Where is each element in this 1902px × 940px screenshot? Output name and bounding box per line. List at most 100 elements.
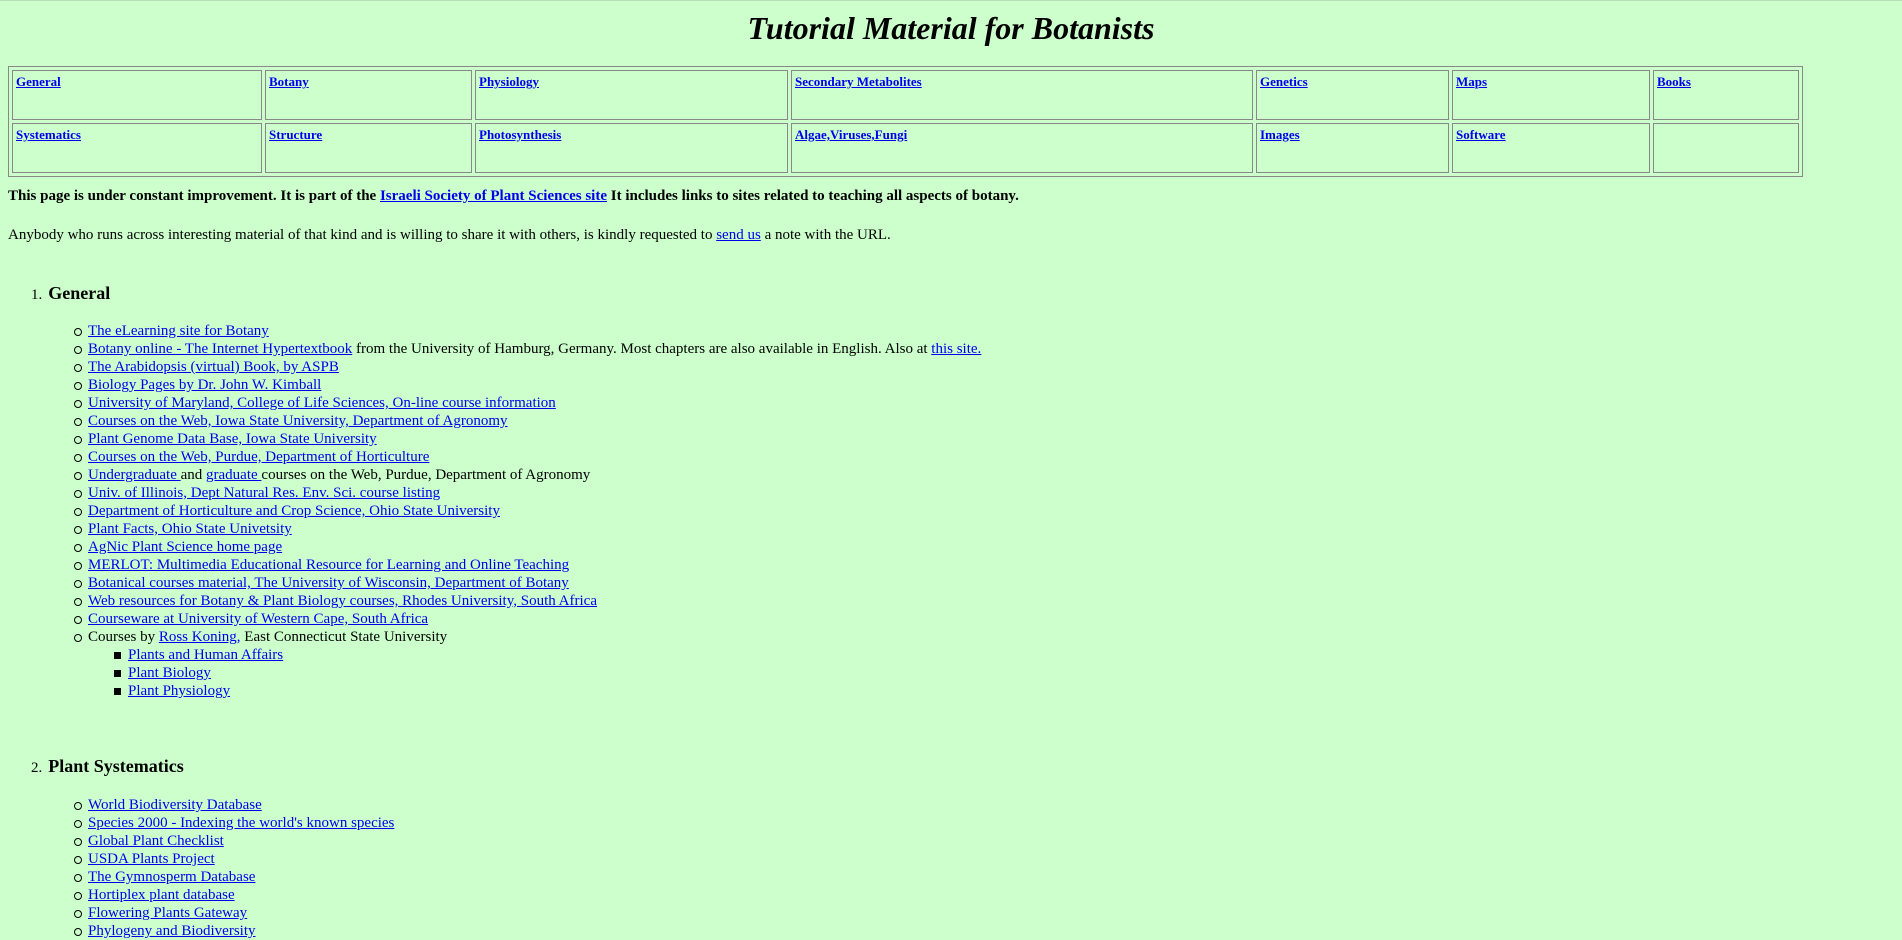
link-iowa-agronomy[interactable]: Courses on the Web, Iowa State Universit… xyxy=(88,413,508,429)
item-text: courses on the Web, Purdue, Department o… xyxy=(261,467,591,483)
nav-row: General Botany Physiology Secondary Meta… xyxy=(12,70,1799,120)
link-world-biodiversity[interactable]: World Biodiversity Database xyxy=(88,797,262,813)
link-plant-facts[interactable]: Plant Facts, Ohio State Univetsity xyxy=(88,521,292,537)
list-item: Species 2000 - Indexing the world's know… xyxy=(73,814,394,832)
list-item: The Arabidopsis (virtual) Book, by ASPB xyxy=(73,358,981,376)
nav-cell: Software xyxy=(1452,123,1650,173)
list-item: Hortiplex plant database xyxy=(73,886,394,904)
link-plant-physiology[interactable]: Plant Physiology xyxy=(128,683,230,699)
list-item: Global Plant Checklist xyxy=(73,832,394,850)
link-purdue-horticulture[interactable]: Courses on the Web, Purdue, Department o… xyxy=(88,449,429,465)
list-item: Flowering Plants Gateway xyxy=(73,904,394,922)
link-global-plant-checklist[interactable]: Global Plant Checklist xyxy=(88,833,224,849)
list-item: Courses by Ross Koning, East Connecticut… xyxy=(73,628,981,700)
nav-cell: Secondary Metabolites xyxy=(791,70,1253,120)
item-text: East Connecticut State University xyxy=(240,629,448,645)
list-item: Biology Pages by Dr. John W. Kimball xyxy=(73,376,981,394)
link-species-2000[interactable]: Species 2000 - Indexing the world's know… xyxy=(88,815,394,831)
list-item: Courses on the Web, Iowa State Universit… xyxy=(73,412,981,430)
link-wisconsin[interactable]: Botanical courses material, The Universi… xyxy=(88,575,569,591)
nav-link-maps[interactable]: Maps xyxy=(1456,74,1487,89)
item-text: Courses by xyxy=(88,629,159,645)
nav-cell: Images xyxy=(1256,123,1449,173)
nav-row: Systematics Structure Photosynthesis Alg… xyxy=(12,123,1799,173)
section-title: Plant Systematics xyxy=(48,756,184,776)
nav-cell: Books xyxy=(1653,70,1799,120)
link-gymnosperm-db[interactable]: The Gymnosperm Database xyxy=(88,869,255,885)
contact-text: a note with the URL. xyxy=(760,227,891,243)
nav-link-systematics[interactable]: Systematics xyxy=(16,127,81,142)
link-arabidopsis-book[interactable]: The Arabidopsis (virtual) Book, by ASPB xyxy=(88,359,339,375)
nav-cell: Systematics xyxy=(12,123,262,173)
koning-courses-list: Plants and Human Affairs Plant Biology P… xyxy=(88,646,981,700)
section-heading-systematics: 2. Plant Systematics xyxy=(31,756,184,777)
sub-list-item: Plant Physiology xyxy=(113,682,981,700)
item-text: from the University of Hamburg, Germany.… xyxy=(352,341,932,357)
nav-link-software[interactable]: Software xyxy=(1456,127,1506,142)
link-flowering-plants-gateway[interactable]: Flowering Plants Gateway xyxy=(88,905,247,921)
nav-link-images[interactable]: Images xyxy=(1260,127,1300,142)
list-item: MERLOT: Multimedia Educational Resource … xyxy=(73,556,981,574)
nav-cell: Botany xyxy=(265,70,472,120)
nav-link-secondary-metabolites[interactable]: Secondary Metabolites xyxy=(795,74,922,89)
israeli-society-link[interactable]: Israeli Society of Plant Sciences site xyxy=(380,188,607,204)
link-graduate[interactable]: graduate xyxy=(206,467,261,483)
nav-link-physiology[interactable]: Physiology xyxy=(479,74,539,89)
nav-link-photosynthesis[interactable]: Photosynthesis xyxy=(479,127,561,142)
link-this-site[interactable]: this site. xyxy=(931,341,981,357)
nav-cell: Genetics xyxy=(1256,70,1449,120)
send-us-link[interactable]: send us xyxy=(716,227,761,243)
list-item: AgNic Plant Science home page xyxy=(73,538,981,556)
sub-list-item: Plant Biology xyxy=(113,664,981,682)
list-item: Web resources for Botany & Plant Biology… xyxy=(73,592,981,610)
link-ross-koning[interactable]: Ross Koning, xyxy=(159,629,241,645)
link-rhodes[interactable]: Web resources for Botany & Plant Biology… xyxy=(88,593,597,609)
page-title: Tutorial Material for Botanists xyxy=(747,10,1155,46)
list-item: Undergraduate and graduate courses on th… xyxy=(73,466,981,484)
list-item: Univ. of Illinois, Dept Natural Res. Env… xyxy=(73,484,981,502)
section-number: 2. xyxy=(31,760,43,776)
link-usda-plants[interactable]: USDA Plants Project xyxy=(88,851,215,867)
list-item: Courseware at University of Western Cape… xyxy=(73,610,981,628)
sub-list-item: Plants and Human Affairs xyxy=(113,646,981,664)
nav-cell: Maps xyxy=(1452,70,1650,120)
list-item: USDA Plants Project xyxy=(73,850,394,868)
link-western-cape[interactable]: Courseware at University of Western Cape… xyxy=(88,611,428,627)
link-undergraduate[interactable]: Undergraduate xyxy=(88,467,181,483)
link-phylogeny-biodiversity[interactable]: Phylogeny and Biodiversity xyxy=(88,923,256,939)
list-item: Phylogeny and Biodiversity xyxy=(73,922,394,940)
link-merlot[interactable]: MERLOT: Multimedia Educational Resource … xyxy=(88,557,569,573)
top-border xyxy=(0,0,1902,1)
link-plant-genome-db[interactable]: Plant Genome Data Base, Iowa State Unive… xyxy=(88,431,377,447)
nav-link-algae-viruses-fungi[interactable]: Algae,Viruses,Fungi xyxy=(795,127,907,142)
nav-link-genetics[interactable]: Genetics xyxy=(1260,74,1308,89)
list-item: Courses on the Web, Purdue, Department o… xyxy=(73,448,981,466)
link-elearning-botany[interactable]: The eLearning site for Botany xyxy=(88,323,269,339)
nav-link-books[interactable]: Books xyxy=(1657,74,1691,89)
list-item: University of Maryland, College of Life … xyxy=(73,394,981,412)
list-item: Department of Horticulture and Crop Scie… xyxy=(73,502,981,520)
list-item: Botany online - The Internet Hypertextbo… xyxy=(73,340,981,358)
nav-cell: Structure xyxy=(265,123,472,173)
nav-link-general[interactable]: General xyxy=(16,74,61,89)
link-ohio-horticulture[interactable]: Department of Horticulture and Crop Scie… xyxy=(88,503,500,519)
nav-link-structure[interactable]: Structure xyxy=(269,127,322,142)
link-agnic[interactable]: AgNic Plant Science home page xyxy=(88,539,282,555)
intro-text: This page is under constant improvement.… xyxy=(8,188,380,204)
list-item: Plant Facts, Ohio State Univetsity xyxy=(73,520,981,538)
link-maryland[interactable]: University of Maryland, College of Life … xyxy=(88,395,556,411)
nav-cell-empty xyxy=(1653,123,1799,173)
link-illinois[interactable]: Univ. of Illinois, Dept Natural Res. Env… xyxy=(88,485,440,501)
nav-cell: Algae,Viruses,Fungi xyxy=(791,123,1253,173)
list-item: The Gymnosperm Database xyxy=(73,868,394,886)
intro-paragraph: This page is under constant improvement.… xyxy=(8,188,1019,205)
link-plants-human-affairs[interactable]: Plants and Human Affairs xyxy=(128,647,283,663)
link-plant-biology[interactable]: Plant Biology xyxy=(128,665,211,681)
topic-nav-table: General Botany Physiology Secondary Meta… xyxy=(8,66,1803,177)
nav-cell: Physiology xyxy=(475,70,788,120)
link-hortiplex[interactable]: Hortiplex plant database xyxy=(88,887,235,903)
nav-cell: General xyxy=(12,70,262,120)
link-botany-online[interactable]: Botany online - The Internet Hypertextbo… xyxy=(88,341,352,357)
nav-link-botany[interactable]: Botany xyxy=(269,74,309,89)
link-biology-pages[interactable]: Biology Pages by Dr. John W. Kimball xyxy=(88,377,321,393)
